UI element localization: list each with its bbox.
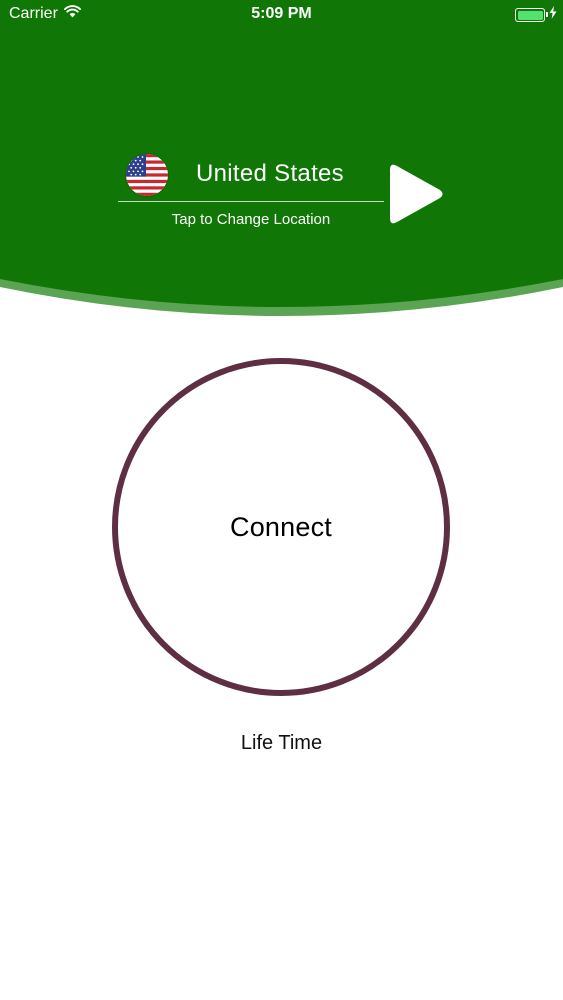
location-selector[interactable]: United States Tap to Change Location xyxy=(118,150,384,240)
country-name: United States xyxy=(196,160,344,187)
us-flag-icon xyxy=(126,154,168,196)
bolt-icon xyxy=(549,6,557,24)
status-time: 5:09 PM xyxy=(251,5,312,22)
battery-icon xyxy=(515,8,548,22)
play-icon xyxy=(390,164,443,224)
vpn-main-screen: Carrier 5:09 PM United States Tap to Cha… xyxy=(0,0,563,1000)
connect-label: Connect xyxy=(230,511,332,542)
subscription-plan-label: Life Time xyxy=(240,732,323,754)
battery-status xyxy=(515,6,557,24)
connect-button[interactable]: Connect xyxy=(112,358,450,696)
status-bar: Carrier 5:09 PM xyxy=(0,0,563,30)
play-button[interactable] xyxy=(388,162,446,226)
change-location-hint: Tap to Change Location xyxy=(171,211,331,228)
location-divider xyxy=(118,201,384,202)
header-banner: Carrier 5:09 PM United States Tap to Cha… xyxy=(0,0,563,330)
